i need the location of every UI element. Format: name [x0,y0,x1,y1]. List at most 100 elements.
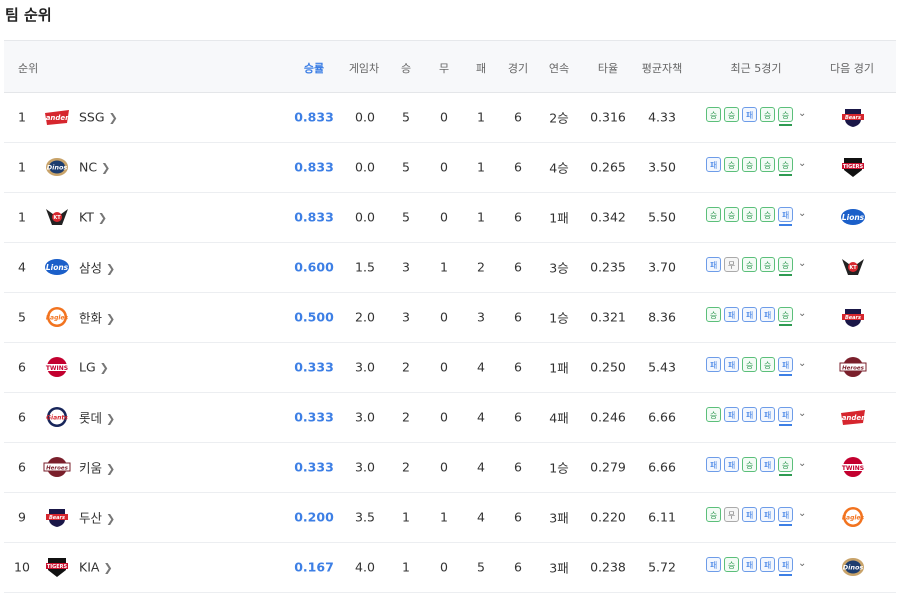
chevron-down-icon[interactable]: ⌄ [798,208,806,219]
team-link[interactable]: 키움 ❯ [79,458,115,477]
games: 6 [514,209,522,225]
draws: 0 [440,109,448,125]
result-badge: 패 [724,307,739,322]
table-row: 4 Lions 삼성 ❯ 0.600 1.5 3 1 2 6 3승 0.235 3.70 패 무 승 승 승 ⌄ KT [4,242,896,293]
streak: 4승 [549,160,569,176]
kt-logo-icon[interactable]: KT [838,255,868,279]
streak: 2승 [549,110,569,126]
games-behind: 4.0 [355,559,375,575]
team-link[interactable]: LG ❯ [79,360,109,375]
ssg-logo-icon: Landers [41,105,73,129]
win-pct: 0.833 [294,159,334,175]
result-badge: 승 [760,207,775,222]
win-pct: 0.833 [294,109,334,125]
ssg-logo-icon[interactable]: Landers [837,405,869,429]
games: 6 [514,159,522,175]
chevron-down-icon[interactable]: ⌄ [798,408,806,419]
chevron-down-icon[interactable]: ⌄ [798,458,806,469]
result-badge: 패 [706,357,721,372]
result-badge: 패 [706,457,721,472]
era: 5.50 [648,209,676,225]
win-pct: 0.167 [294,559,334,575]
header-avg[interactable]: 타율 [598,60,618,76]
team-link[interactable]: 두산 ❯ [79,508,115,527]
batting-avg: 0.235 [590,259,626,275]
chevron-down-icon[interactable]: ⌄ [798,558,806,569]
header-wins[interactable]: 승 [401,60,411,76]
recent-results: 패 승 승 승 승 ⌄ [706,157,806,176]
team-link[interactable]: NC ❯ [79,160,110,175]
team-link[interactable]: SSG ❯ [79,110,118,125]
header-draws[interactable]: 무 [439,60,449,76]
games-behind: 1.5 [355,259,375,275]
wins: 2 [402,459,410,475]
batting-avg: 0.238 [590,559,626,575]
losses: 4 [477,509,485,525]
svg-text:TIGERS: TIGERS [843,164,864,170]
header-losses[interactable]: 패 [476,60,486,76]
team-link[interactable]: 롯데 ❯ [79,408,115,427]
result-badge: 패 [742,107,757,122]
doosan-logo-icon[interactable]: Bears [838,305,868,329]
recent-results: 승 무 패 패 패 ⌄ [706,507,806,526]
team-name: 한화 [79,310,103,326]
result-badge: 승 [724,157,739,172]
team-name: SSG [79,109,105,125]
lg-logo-icon[interactable]: TWINS [838,455,868,479]
era: 4.33 [648,109,676,125]
team-link[interactable]: KIA ❯ [79,560,113,575]
lotte-logo-icon: Giants [42,405,70,429]
samsung-logo-icon[interactable]: Lions [838,205,868,229]
header-streak[interactable]: 연속 [549,60,569,76]
header-rank: 순위 [18,62,39,75]
team-name: LG [79,359,96,375]
rank: 6 [18,459,26,475]
svg-text:Eagles: Eagles [842,515,865,522]
team-name: KIA [79,559,100,575]
chevron-right-icon: ❯ [106,312,116,326]
kiwoom-logo-icon[interactable]: Heroes [838,355,868,379]
wins: 5 [402,109,410,125]
svg-text:KT: KT [849,265,857,271]
rank: 5 [18,309,26,325]
result-badge: 승 [760,107,775,122]
nc-logo-icon[interactable]: Dinos [838,555,868,579]
team-link[interactable]: KT ❯ [79,210,107,225]
team-link[interactable]: 한화 ❯ [79,308,115,327]
chevron-down-icon[interactable]: ⌄ [798,108,806,119]
result-badge: 승 [724,557,739,572]
losses: 1 [477,159,485,175]
result-badge: 무 [724,507,739,522]
team-link[interactable]: 삼성 ❯ [79,258,115,277]
result-badge: 패 [742,407,757,422]
losses: 1 [477,209,485,225]
svg-text:KT: KT [53,215,61,221]
batting-avg: 0.250 [590,359,626,375]
result-badge: 무 [724,257,739,272]
result-badge: 승 [778,107,793,126]
rank: 4 [18,259,26,275]
games: 6 [514,409,522,425]
svg-text:Landers: Landers [838,414,868,422]
header-gb[interactable]: 게임차 [349,60,379,76]
kia-logo-icon[interactable]: TIGERS [838,155,868,179]
result-badge: 승 [706,207,721,222]
streak: 1승 [549,310,569,326]
header-era[interactable]: 평균자책 [642,60,682,76]
result-badge: 승 [706,307,721,322]
header-games[interactable]: 경기 [508,60,528,76]
batting-avg: 0.220 [590,509,626,525]
chevron-down-icon[interactable]: ⌄ [798,158,806,169]
svg-text:Dinos: Dinos [843,564,864,572]
chevron-down-icon[interactable]: ⌄ [798,508,806,519]
doosan-logo-icon[interactable]: Bears [838,105,868,129]
recent-results: 패 승 패 패 패 ⌄ [706,557,806,576]
draws: 1 [440,509,448,525]
chevron-down-icon[interactable]: ⌄ [798,258,806,269]
header-pct[interactable]: 승률 [304,60,324,76]
hanwha-logo-icon[interactable]: Eagles [838,505,868,529]
games: 6 [514,559,522,575]
chevron-down-icon[interactable]: ⌄ [798,308,806,319]
chevron-down-icon[interactable]: ⌄ [798,358,806,369]
svg-text:Dinos: Dinos [47,164,68,172]
